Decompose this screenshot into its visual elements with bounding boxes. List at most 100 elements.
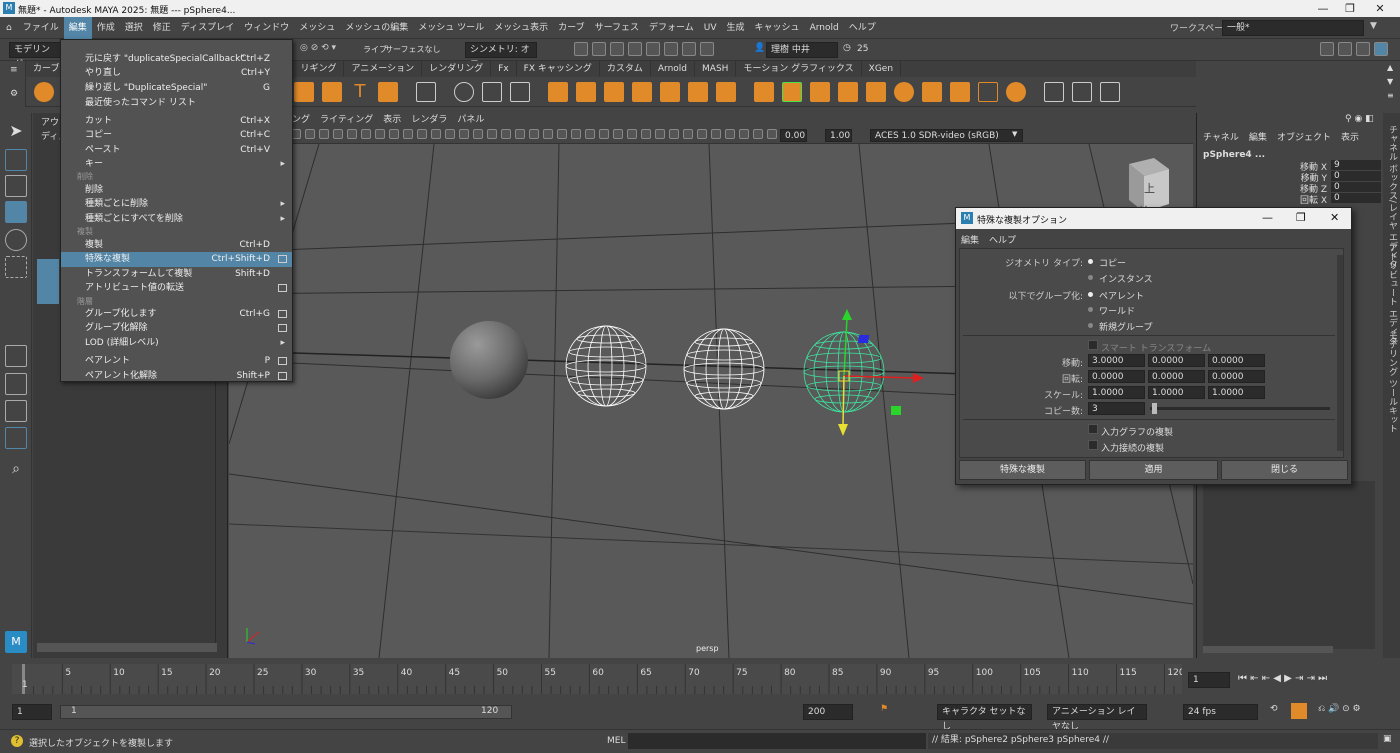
auto-key-icon[interactable] [1291,703,1307,719]
translate-y-field[interactable]: 0.0000 [1148,354,1205,367]
time-slider-track[interactable]: 5 10 15 20 25 30 35 40 45 50 55 60 65 70 75 80 85 90 95 100… [12,664,1182,694]
script-editor-icon[interactable]: ▣ [1383,734,1392,744]
bbox-shelf-icon[interactable] [1072,81,1092,102]
scale-y-field[interactable]: 1.0000 [1148,386,1205,399]
time-slider[interactable]: 5 10 15 20 25 30 35 40 45 50 55 60 65 70 75 80 85 90 95 100… [0,664,1400,694]
rotate-tool-icon[interactable] [5,229,27,251]
option-box-icon[interactable] [278,255,287,263]
dup-input-graph-checkbox[interactable] [1088,424,1098,434]
menu-surfaces[interactable]: サーフェス [590,17,644,39]
shelf-settings-icon[interactable]: ⚙ [10,89,18,99]
helix-shelf-icon[interactable] [322,81,342,102]
menu-item-duplicate-with-transform[interactable]: トランスフォームして複製 Shift+D [61,267,292,282]
current-frame-field[interactable]: 1 [1188,672,1230,688]
menu-arnold[interactable]: Arnold [805,17,844,39]
menu-item-transfer-attribute-values[interactable]: アトリビュート値の転送 [61,281,292,296]
cb-menu-edit[interactable]: 編集 [1249,130,1267,143]
deformer7-shelf-icon[interactable] [716,81,736,102]
character-set-select[interactable]: キャラクタ セットなし [937,704,1032,732]
dialog-scrollbar[interactable] [1337,255,1343,451]
close-button[interactable]: ✕ [1360,0,1400,17]
twist-shelf-icon[interactable] [1006,81,1026,102]
range-start-field[interactable]: 1 [12,704,52,720]
range-end-field[interactable]: 200 [803,704,853,720]
vp-menu-lighting[interactable]: ライティング [315,113,378,128]
menu-mesh[interactable]: メッシュ [294,17,340,39]
fps-select[interactable]: 24 fps [1183,704,1258,720]
search-icon[interactable]: ⌕ [5,461,27,483]
playback-controls[interactable]: ⏮ ⇤ ⇤ ◀ ▶ ⇥ ⇥ ⏭ [1238,673,1327,684]
deformer6-shelf-icon[interactable] [688,81,708,102]
grid-shelf-icon[interactable] [416,81,436,102]
side-tab-attribute-editor[interactable]: アトリビュート エディタ [1386,243,1399,345]
radio-instance[interactable] [1088,275,1093,280]
key-icon[interactable]: ⚑ [880,704,888,714]
paint-shelf-icon[interactable] [1100,81,1120,102]
radio-new-group[interactable] [1088,323,1093,328]
selected-row-highlight[interactable] [37,259,59,304]
menu-item-delete-all-by-type[interactable]: 種類ごとにすべてを削除 ▸ [61,212,292,227]
menu-uv[interactable]: UV [699,17,722,39]
shelf-tab-fx[interactable]: Fx [491,61,517,77]
cb-attr-value[interactable]: 0 [1331,182,1381,192]
menu-display[interactable]: ディスプレイ [176,17,239,39]
cb-attr-value[interactable]: 0 [1331,171,1381,181]
scale-z-field[interactable]: 1.0000 [1208,386,1265,399]
scale-tool-icon[interactable] [5,256,27,278]
lattice-shelf-icon[interactable] [782,81,802,102]
deformer3-shelf-icon[interactable] [604,81,624,102]
shelf-tab-animation[interactable]: アニメーション [344,61,423,77]
command-input[interactable] [628,733,926,749]
menu-item-delete-by-type[interactable]: 種類ごとに削除 ▸ [61,197,292,212]
panel-toggle-icons[interactable] [1318,42,1390,59]
flare-shelf-icon[interactable] [950,81,970,102]
shelf-tab-custom[interactable]: カスタム [600,61,651,77]
menu-item-paste[interactable]: ペースト Ctrl+V [61,143,292,158]
single-view-icon[interactable] [5,345,27,367]
option-box-icon[interactable] [278,357,287,365]
outliner-hscroll[interactable] [37,643,217,652]
duplicate-special-button[interactable]: 特殊な複製 [959,460,1086,480]
sphere-shelf-icon[interactable] [34,81,54,102]
menu-item-keys[interactable]: キー ▸ [61,157,292,172]
menu-deform[interactable]: デフォーム [644,17,699,39]
radio-world[interactable] [1088,307,1093,312]
range-bar[interactable]: 1 120 [60,705,512,719]
curve-shelf-icon[interactable] [294,81,314,102]
help-icon[interactable]: ? [11,735,23,747]
menu-item-cut[interactable]: カット Ctrl+X [61,114,292,129]
cube-shelf-icon[interactable] [838,81,858,102]
timeline-extra-icons[interactable]: ⎌ 🔊 ⊙ ⚙ [1318,704,1361,714]
menu-item-repeat[interactable]: 繰り返し "DuplicateSpecial" G [61,81,292,96]
four-view-icon[interactable] [5,373,27,395]
menu-item-undo[interactable]: 元に戻す "duplicateSpecialCallback" Ctrl+Z [61,52,292,67]
rotate-y-field[interactable]: 0.0000 [1148,370,1205,383]
menu-item-lod[interactable]: LOD (詳細レベル) ▸ [61,336,292,351]
menu-item-duplicate-special[interactable]: 特殊な複製 Ctrl+Shift+D [61,252,292,267]
shelf-menu-icon[interactable]: ≡ [10,65,18,75]
cb-menu-channels[interactable]: チャネル [1203,130,1239,143]
wire-sphere-1[interactable] [565,325,647,407]
menu-item-duplicate[interactable]: 複製 Ctrl+D [61,238,292,253]
cb-attr-value[interactable]: 9 [1331,160,1381,170]
menu-item-recent-commands[interactable]: 最近使ったコマンド リスト [61,96,292,111]
smart-transform-checkbox[interactable] [1088,340,1098,350]
paint-select-tool-icon[interactable] [5,175,27,197]
shelf-tab-fx-caching[interactable]: FX キャッシング [517,61,600,77]
solid-sphere[interactable] [450,321,528,399]
copies-slider-handle[interactable] [1152,403,1157,414]
menu-edit[interactable]: 編集 [63,16,92,39]
menu-help[interactable]: ヘルプ [844,17,881,39]
cb-hscroll[interactable] [1203,646,1333,653]
dup-input-conn-checkbox[interactable] [1088,440,1098,450]
option-box-icon[interactable] [278,324,287,332]
cb-menu-object[interactable]: オブジェクト [1277,130,1331,143]
workspace-select[interactable]: 一般* [1222,20,1364,36]
user-select[interactable]: 理樹 中井 [766,42,838,58]
vp-menu-renderer[interactable]: レンダラ [406,113,452,128]
blend-shelf-icon[interactable] [754,81,774,102]
vp-menu-show[interactable]: 表示 [378,113,406,128]
mode-select[interactable]: モデリング [9,42,61,70]
select-tool-icon[interactable]: ➤ [5,121,27,143]
menu-item-group[interactable]: グループ化します Ctrl+G [61,307,292,322]
